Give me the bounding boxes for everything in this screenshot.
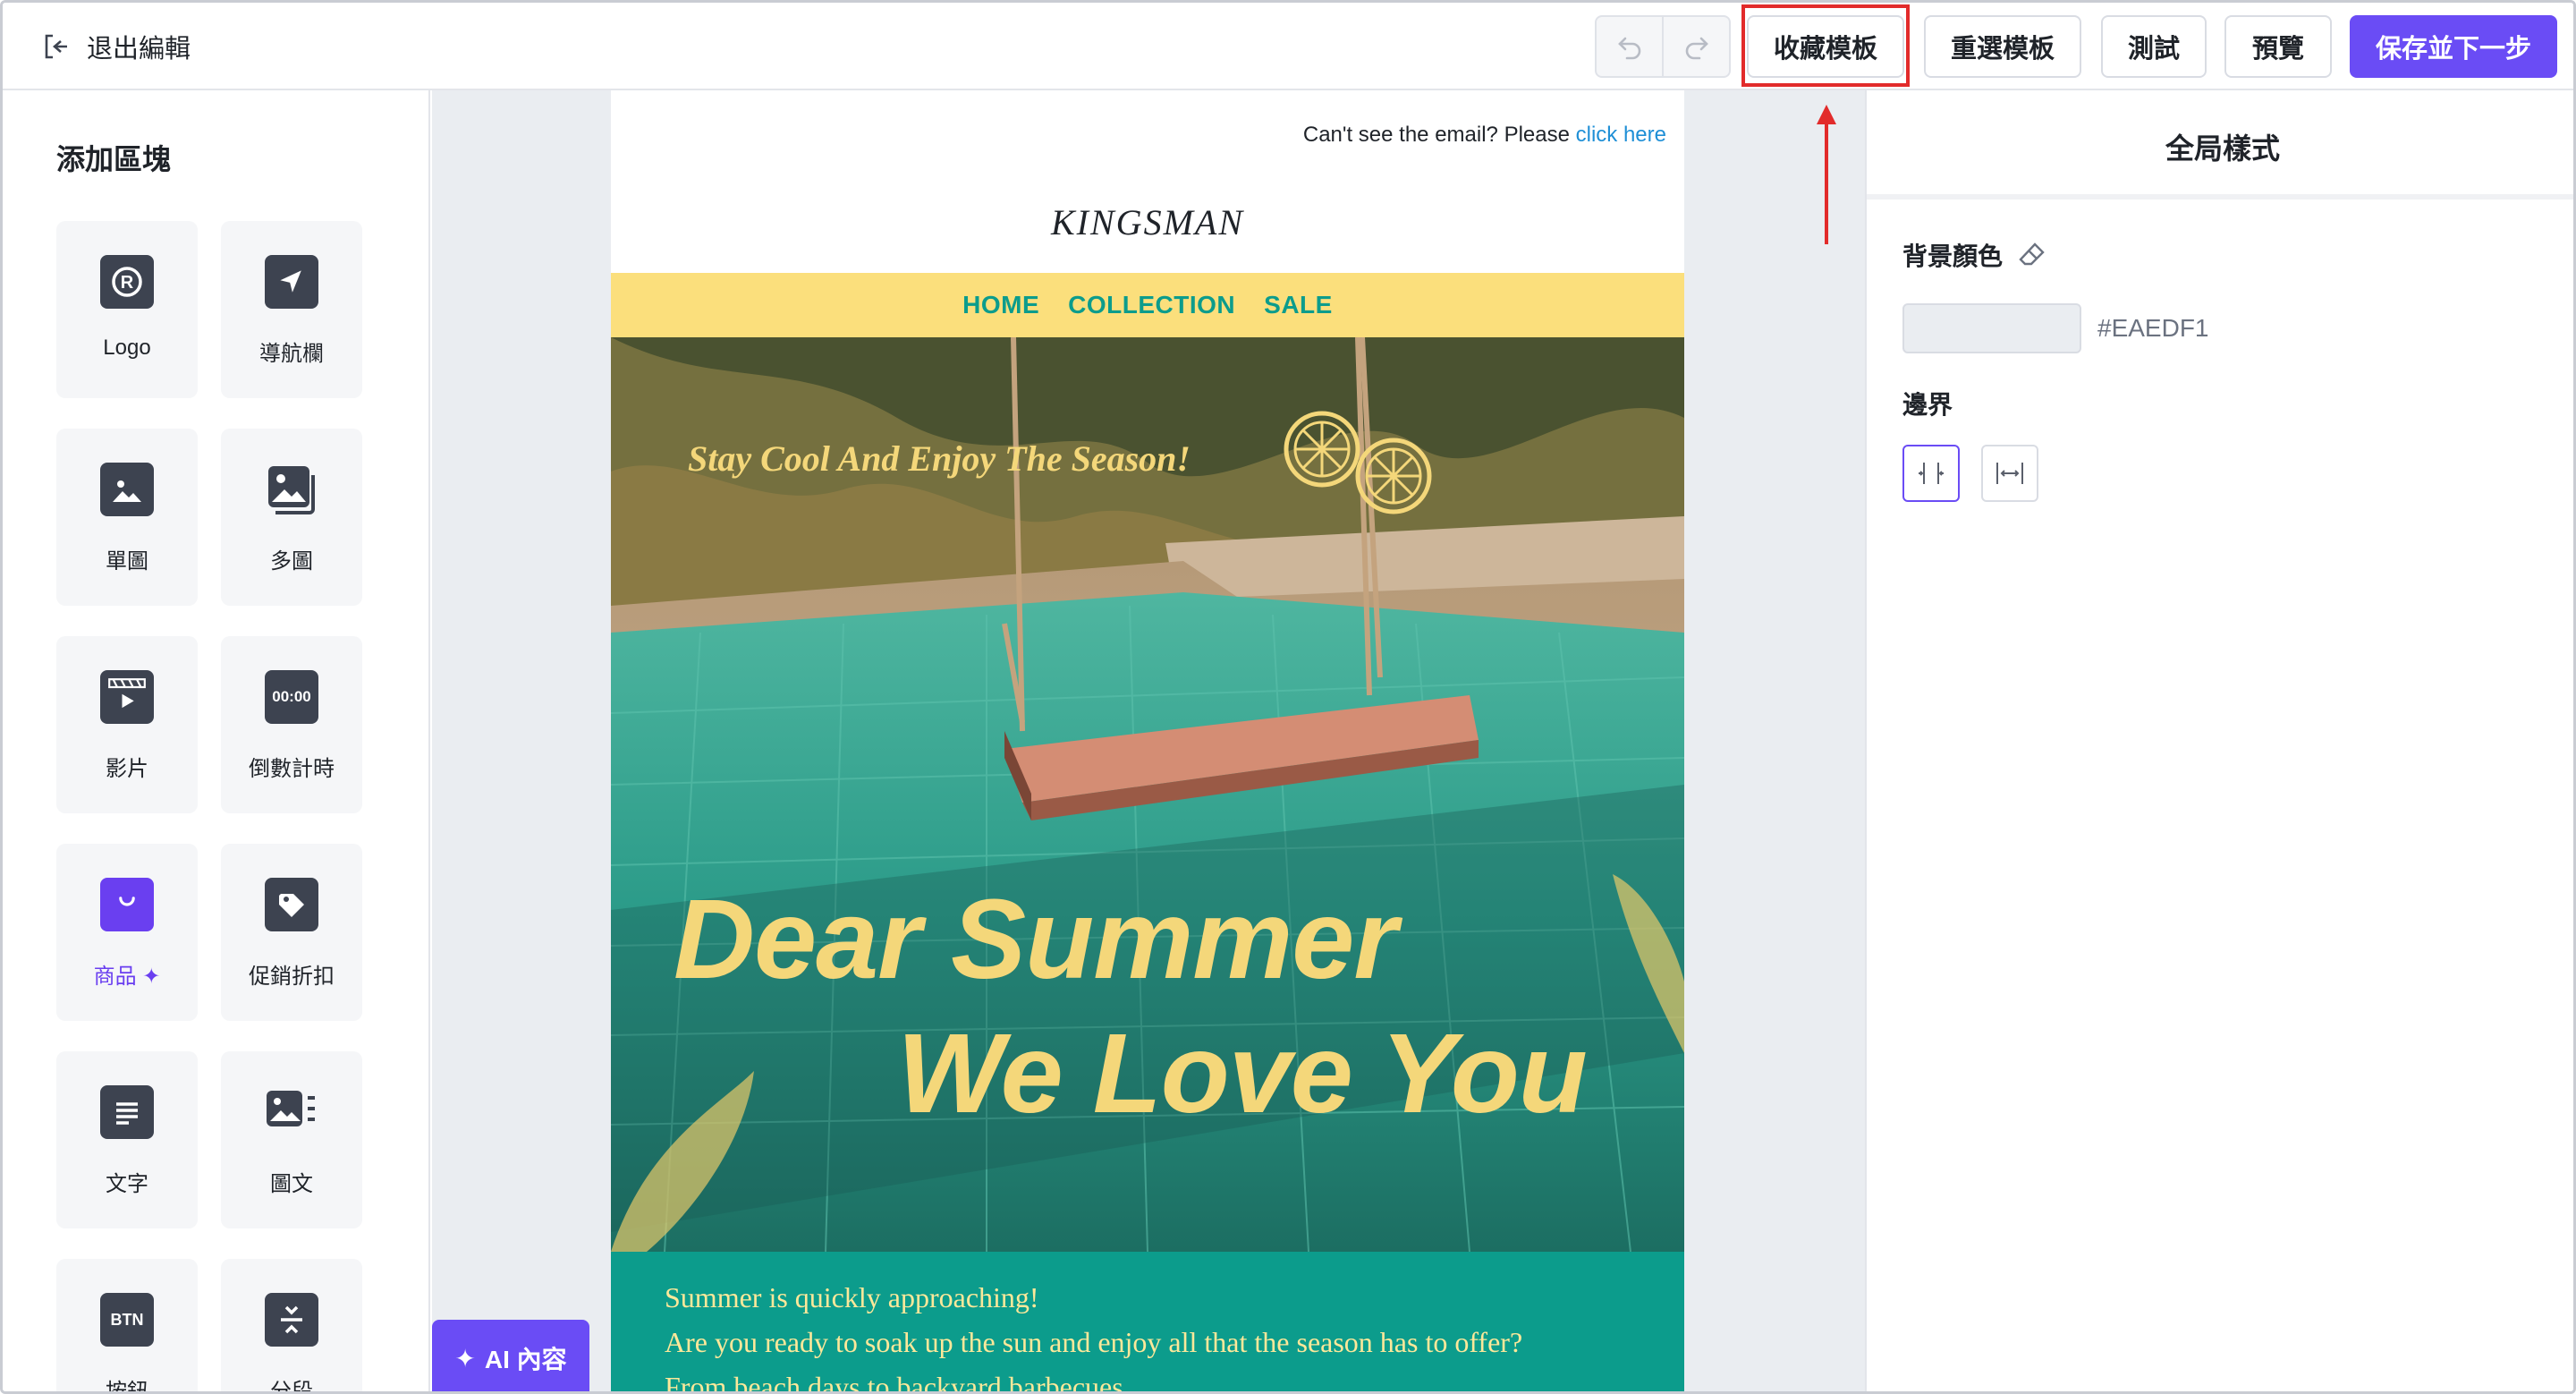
svg-text:R: R	[121, 273, 134, 293]
multi-image-icon	[265, 463, 318, 516]
block-label: 商品 ✦	[93, 965, 161, 989]
exit-edit-button[interactable]: 退出編輯	[42, 28, 191, 65]
hero-headline-2: We Love You	[897, 1010, 1588, 1136]
reselect-template-button[interactable]: 重選模板	[1924, 15, 2081, 78]
block-navigation[interactable]: 導航欄	[221, 221, 362, 398]
bg-color-swatch[interactable]	[1902, 303, 2081, 353]
video-icon	[100, 670, 154, 724]
countdown-icon: 00:00	[265, 670, 318, 724]
test-button[interactable]: 測試	[2101, 15, 2207, 78]
block-label: 單圖	[106, 549, 148, 574]
eraser-icon[interactable]	[2017, 240, 2047, 270]
shopping-bag-icon	[100, 878, 154, 931]
ai-sparkle-icon: ✦	[142, 965, 161, 989]
hero-tagline: Stay Cool And Enjoy The Season!	[688, 438, 1191, 479]
navigation-icon	[265, 255, 318, 309]
bg-color-row: 背景顏色	[1902, 237, 2047, 273]
block-image-text[interactable]: 圖文	[221, 1051, 362, 1228]
button-icon: BTN	[100, 1293, 154, 1347]
block-countdown[interactable]: 00:00 倒數計時	[221, 636, 362, 813]
save-next-button[interactable]: 保存並下一步	[2350, 15, 2557, 78]
exit-icon	[45, 34, 67, 59]
nav-home[interactable]: HOME	[962, 291, 1039, 319]
hero-headline-1: Dear Summer	[674, 876, 1397, 1002]
block-product[interactable]: 商品 ✦	[56, 844, 198, 1021]
redo-button[interactable]	[1662, 17, 1729, 76]
undo-button[interactable]	[1597, 17, 1662, 76]
global-style-title: 全局樣式	[2165, 132, 2280, 165]
ai-content-label: AI 內容	[484, 1346, 567, 1373]
border-narrow-button[interactable]	[1902, 445, 1960, 502]
block-text[interactable]: 文字	[56, 1051, 198, 1228]
top-toolbar: 退出編輯 收藏模板 重選模板 測試 預覽 保存並下一步	[3, 3, 2573, 90]
redo-icon	[1685, 37, 1708, 60]
hero-image[interactable]: Stay Cool And Enjoy The Season! Dear Sum…	[611, 337, 1684, 1252]
border-wide-button[interactable]	[1981, 445, 2038, 502]
block-label: 多圖	[270, 549, 313, 574]
block-panel-title: 添加區塊	[56, 143, 172, 175]
sparkle-icon: ✦	[454, 1344, 476, 1373]
email-nav-bar[interactable]: HOME COLLECTION SALE	[611, 273, 1684, 337]
undo-redo-group	[1595, 15, 1731, 78]
editor-canvas: Can't see the email? Please click here K…	[432, 90, 1865, 1394]
image-icon	[100, 463, 154, 516]
text-line: Are you ready to soak up the sun and enj…	[665, 1326, 1523, 1358]
tag-icon	[265, 878, 318, 931]
click-here-link[interactable]: click here	[1576, 123, 1666, 147]
block-label: 影片	[106, 757, 148, 781]
block-logo[interactable]: R Logo	[56, 221, 198, 398]
nav-collection[interactable]: COLLECTION	[1068, 291, 1235, 319]
divider-icon	[265, 1293, 318, 1347]
block-divider[interactable]: 分段	[221, 1259, 362, 1394]
app-window: 退出編輯 收藏模板 重選模板 測試 預覽 保存並下一步 添加區塊 R Logo …	[0, 0, 2576, 1394]
block-promo-discount[interactable]: 促銷折扣	[221, 844, 362, 1021]
block-label: 圖文	[270, 1172, 313, 1196]
favorite-template-button[interactable]: 收藏模板	[1747, 15, 1904, 78]
block-label: 分段	[270, 1380, 313, 1394]
exit-edit-label: 退出編輯	[87, 35, 191, 64]
bg-color-hex[interactable]: #EAEDF1	[2097, 314, 2209, 343]
block-label: 導航欄	[259, 342, 324, 366]
ai-content-button[interactable]: ✦ AI 內容	[432, 1320, 589, 1391]
block-label: 文字	[106, 1172, 148, 1196]
global-style-panel: 全局樣式 背景顏色 #EAEDF1 邊界	[1865, 90, 2573, 1391]
block-video[interactable]: 影片	[56, 636, 198, 813]
undo-icon	[1617, 37, 1640, 60]
block-label: Logo	[103, 336, 151, 360]
email-preview[interactable]: Can't see the email? Please click here K…	[611, 90, 1684, 1394]
block-label: 倒數計時	[249, 757, 335, 781]
expand-width-icon	[1996, 463, 2023, 484]
block-button[interactable]: BTN 按鈕	[56, 1259, 198, 1394]
block-multi-image[interactable]: 多圖	[221, 429, 362, 606]
block-label: 促銷折扣	[249, 965, 335, 989]
bg-color-label: 背景顏色	[1902, 242, 2004, 270]
block-single-image[interactable]: 單圖	[56, 429, 198, 606]
block-label: 按鈕	[106, 1380, 148, 1394]
logo-icon: R	[100, 255, 154, 309]
image-text-icon	[265, 1085, 318, 1139]
collapse-width-icon	[1919, 463, 1944, 484]
text-icon	[100, 1085, 154, 1139]
border-label: 邊界	[1902, 391, 1953, 419]
panel-divider	[1867, 194, 2573, 200]
email-logo[interactable]: KINGSMAN	[611, 201, 1684, 243]
annotation-arrow	[1817, 105, 1836, 244]
preview-button[interactable]: 預覽	[2224, 15, 2332, 78]
text-line: Summer is quickly approaching!	[665, 1281, 1039, 1313]
block-panel: 添加區塊 R Logo 導航欄 單圖 多圖 影片 00:00 倒數計時 商品 ✦…	[3, 90, 430, 1394]
text-line: From beach days to backyard barbecues,	[665, 1371, 1131, 1394]
email-text-block[interactable]: Summer is quickly approaching! Are you r…	[611, 1252, 1684, 1394]
nav-sale[interactable]: SALE	[1264, 291, 1333, 319]
preheader: Can't see the email? Please click here	[1302, 123, 1666, 147]
